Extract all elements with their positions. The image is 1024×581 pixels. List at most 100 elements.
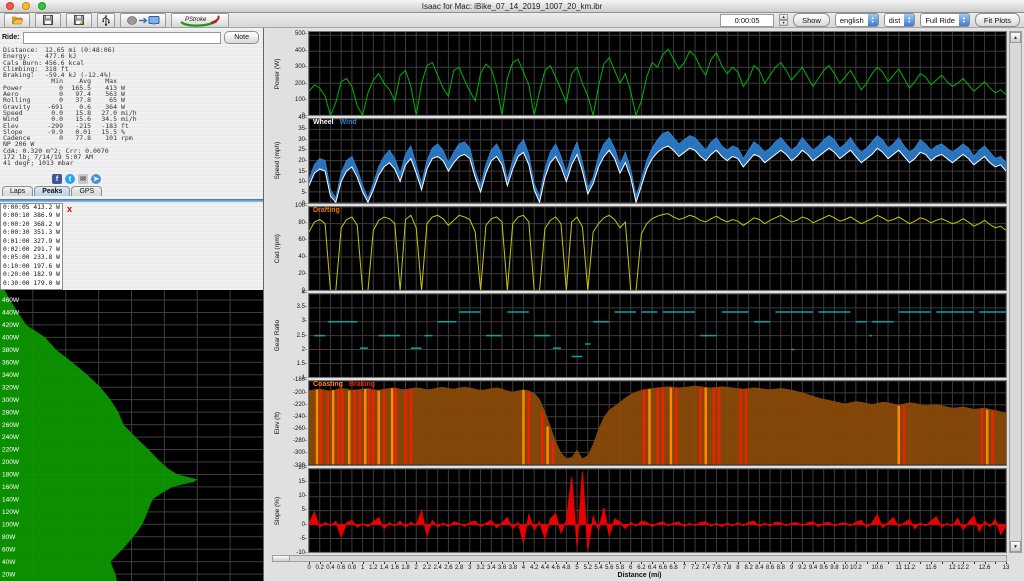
x-tick-mark bbox=[727, 562, 728, 564]
show-button[interactable]: Show bbox=[793, 13, 830, 27]
x-tick-label: 0.6 bbox=[337, 565, 345, 571]
plots-column: Power (W)0-100-200-300-400-500-Speed (mp… bbox=[272, 31, 1007, 553]
y-axis-title: Cad (rpm) bbox=[272, 206, 283, 291]
pane-splitter[interactable] bbox=[0, 199, 263, 202]
h-scroll-thumb[interactable] bbox=[273, 556, 290, 561]
stats-cell: 101 bbox=[91, 135, 117, 141]
x-axis-ticks: 00.20.40.60.811.21.41.61.822.22.42.62.83… bbox=[309, 562, 1006, 572]
twitter-icon[interactable]: t bbox=[65, 174, 75, 184]
footer-lines: NP 206 WCdA: 0.320 m^2; Crr: 0.0070172 l… bbox=[3, 141, 261, 166]
histo-y-label: 60W bbox=[2, 546, 16, 553]
facebook-icon[interactable]: f bbox=[52, 174, 62, 184]
plot-area-power[interactable] bbox=[308, 31, 1007, 116]
time-stepper[interactable]: ▲▼ bbox=[779, 14, 788, 26]
x-tick-label: 1.8 bbox=[401, 565, 409, 571]
note-button[interactable]: Note bbox=[224, 31, 259, 44]
ride-name-input[interactable] bbox=[23, 32, 222, 44]
plot-area-speed[interactable]: WheelWind bbox=[308, 118, 1007, 203]
x-tick-mark bbox=[577, 562, 578, 564]
y-tick-label: -220- bbox=[293, 402, 307, 408]
x-tick-label: 0.4 bbox=[326, 565, 334, 571]
delete-peak-button[interactable]: x bbox=[67, 205, 72, 214]
power-distribution-chart[interactable]: 460W440W420W400W380W360W340W320W300W280W… bbox=[0, 290, 263, 581]
peak-row[interactable]: 0:00:05 413.2 W bbox=[1, 204, 62, 212]
scroll-down-icon[interactable]: ▼ bbox=[1010, 541, 1021, 552]
histo-y-label: 380W bbox=[2, 347, 20, 354]
x-tick-label: 6.4 bbox=[648, 565, 656, 571]
x-tick-label: 9.8 bbox=[830, 565, 838, 571]
histo-y-label: 160W bbox=[2, 484, 20, 491]
x-tick-mark bbox=[985, 562, 986, 564]
tab-laps[interactable]: Laps bbox=[2, 186, 33, 196]
range-select[interactable]: Full Ride ▲▼ bbox=[920, 13, 970, 27]
peak-row[interactable]: 0:02:00 291.7 W bbox=[1, 246, 62, 254]
save-as-button[interactable] bbox=[66, 13, 92, 28]
peak-row[interactable]: 0:00:30 351.3 W bbox=[1, 229, 62, 237]
x-axis: 00.20.40.60.811.21.41.61.822.22.42.62.83… bbox=[272, 562, 1007, 572]
fit-plots-button[interactable]: Fit Plots bbox=[975, 13, 1020, 27]
peaks-list[interactable]: 0:00:05 413.2 W0:00:10 386.9 W0:00:20 36… bbox=[0, 203, 63, 290]
x-tick-label: 10.6 bbox=[871, 565, 883, 571]
x-tick-mark bbox=[845, 562, 846, 564]
peak-row[interactable]: 0:01:00 327.9 W bbox=[1, 238, 62, 246]
x-tick-label: 9.6 bbox=[820, 565, 828, 571]
vertical-scrollbar[interactable]: ▲ ▼ bbox=[1009, 31, 1022, 553]
pstroke-button[interactable]: PStroke bbox=[171, 13, 229, 28]
y-axis-slope: Slope (%)-10--5-0-5-10-15-20- bbox=[272, 468, 308, 553]
histo-y-label: 180W bbox=[2, 472, 20, 479]
chevron-updown-icon: ▲▼ bbox=[959, 14, 969, 26]
y-tick-label: -280- bbox=[293, 438, 307, 444]
x-tick-label: 8.8 bbox=[777, 565, 785, 571]
x-tick-label: 8 bbox=[736, 565, 739, 571]
usb-import-button[interactable] bbox=[97, 13, 115, 28]
download-ride-button[interactable] bbox=[120, 13, 166, 28]
x-tick-mark bbox=[395, 562, 396, 564]
open-button[interactable] bbox=[4, 13, 30, 28]
peak-row[interactable]: 0:30:00 179.0 W bbox=[1, 280, 62, 288]
save-button[interactable] bbox=[35, 13, 61, 28]
x-tick-label: 9 bbox=[790, 565, 793, 571]
tab-peaks[interactable]: Peaks bbox=[34, 186, 70, 196]
axis-mode-select[interactable]: dist ▲▼ bbox=[884, 13, 916, 27]
stats-table: MinAvgMaxPower0165.5413WAero097.4563WRol… bbox=[3, 78, 261, 141]
plot-area-elev[interactable]: CoastingBraking bbox=[308, 380, 1007, 465]
x-tick-mark bbox=[834, 562, 835, 564]
plot-area-slope[interactable] bbox=[308, 468, 1007, 553]
web-share-icon[interactable]: ➤ bbox=[91, 174, 101, 184]
x-tick-mark bbox=[438, 562, 439, 564]
horizontal-scrollbar[interactable] bbox=[272, 555, 1007, 562]
y-tick-label: 4- bbox=[302, 290, 307, 296]
y-tick-label: 10- bbox=[298, 493, 307, 499]
left-panel: Ride: Note Distance:12.65 mi (0:48:06)En… bbox=[0, 28, 264, 581]
x-tick-label: 2 bbox=[415, 565, 418, 571]
plot-area-cad[interactable]: Drafting bbox=[308, 206, 1007, 291]
x-tick-mark bbox=[706, 562, 707, 564]
x-tick-mark bbox=[481, 562, 482, 564]
y-tick-label: 25- bbox=[298, 147, 307, 153]
plot-area-gear[interactable] bbox=[308, 293, 1007, 378]
histo-y-label: 200W bbox=[2, 459, 20, 466]
x-tick-label: 12.6 bbox=[979, 565, 991, 571]
histo-y-label: 100W bbox=[2, 521, 20, 528]
chevron-updown-icon: ▲▼ bbox=[868, 14, 878, 26]
peak-row[interactable]: 0:05:00 233.8 W bbox=[1, 254, 62, 262]
peak-row[interactable]: 0:00:20 368.2 W bbox=[1, 221, 62, 229]
peak-row[interactable]: 0:10:00 197.6 W bbox=[1, 263, 62, 271]
x-tick-label: 4.4 bbox=[541, 565, 549, 571]
tab-gps[interactable]: GPS bbox=[71, 186, 102, 196]
x-tick-mark bbox=[652, 562, 653, 564]
mail-icon[interactable]: ✉ bbox=[78, 174, 88, 184]
x-tick-mark bbox=[416, 562, 417, 564]
x-axis-title: Distance (mi) bbox=[272, 572, 1007, 581]
scroll-up-icon[interactable]: ▲ bbox=[1010, 32, 1021, 43]
y-tick-label: 2- bbox=[302, 347, 307, 353]
peak-row[interactable]: 0:00:10 386.9 W bbox=[1, 212, 62, 220]
language-select[interactable]: english ▲▼ bbox=[835, 13, 879, 27]
y-tick-label: 40- bbox=[298, 254, 307, 260]
stats-cell: 77.8 bbox=[63, 135, 91, 141]
stepper-down-icon: ▼ bbox=[779, 20, 788, 26]
x-tick-label: 6 bbox=[629, 565, 632, 571]
time-input[interactable]: 0:00:05 bbox=[720, 14, 774, 27]
x-tick-label: 6.2 bbox=[637, 565, 645, 571]
peak-row[interactable]: 0:20:00 182.9 W bbox=[1, 271, 62, 279]
